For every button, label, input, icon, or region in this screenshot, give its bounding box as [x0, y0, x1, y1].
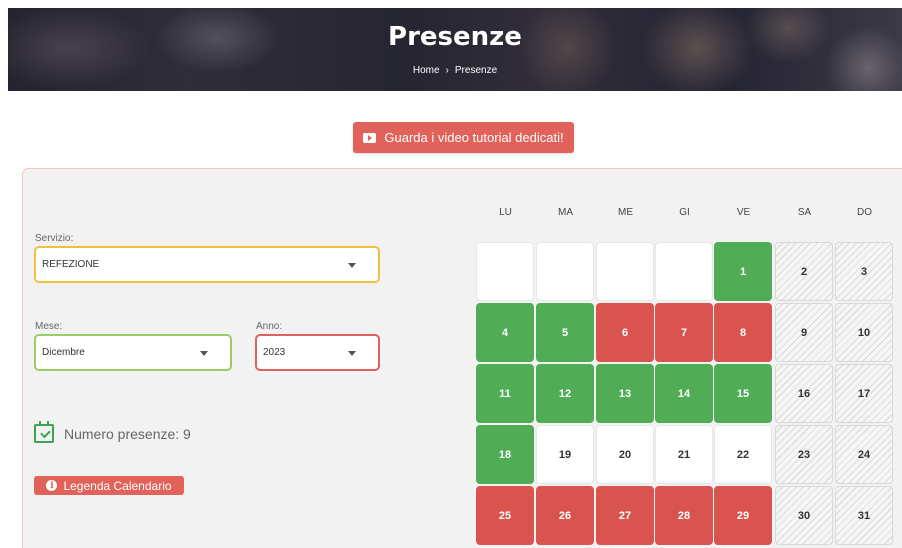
calendar-day-21[interactable]: 21	[655, 425, 713, 484]
weekday-header: SA	[797, 207, 812, 218]
calendar-empty-cell	[655, 242, 713, 301]
calendar-day-6[interactable]: 6	[596, 303, 654, 362]
calendar-day-20[interactable]: 20	[596, 425, 654, 484]
calendar-day-27[interactable]: 27	[596, 486, 654, 545]
calendar-empty-cell	[596, 242, 654, 301]
calendar-day-26[interactable]: 26	[536, 486, 594, 545]
calendar-day-17[interactable]: 17	[835, 364, 893, 423]
video-tutorial-button[interactable]: Guarda i video tutorial dedicati!	[353, 122, 574, 153]
calendar-day-30[interactable]: 30	[775, 486, 833, 545]
breadcrumb-current: Presenze	[454, 65, 498, 76]
mese-select[interactable]: Dicembre	[34, 334, 232, 371]
breadcrumb-separator-icon: ›	[445, 65, 449, 76]
calendar-day-1[interactable]: 1	[714, 242, 772, 301]
weekday-header: LU	[499, 207, 512, 218]
chevron-down-icon	[348, 350, 356, 356]
calendar-day-28[interactable]: 28	[655, 486, 713, 545]
calendar-day-4[interactable]: 4	[476, 303, 534, 362]
weekday-header: GI	[679, 207, 690, 218]
calendar-day-24[interactable]: 24	[835, 425, 893, 484]
calendar-day-22[interactable]: 22	[714, 425, 772, 484]
calendar-day-16[interactable]: 16	[775, 364, 833, 423]
calendar-day-9[interactable]: 9	[775, 303, 833, 362]
calendar-day-23[interactable]: 23	[775, 425, 833, 484]
anno-label: Anno:	[256, 321, 283, 332]
calendar-day-13[interactable]: 13	[596, 364, 654, 423]
breadcrumb-home[interactable]: Home	[413, 65, 440, 76]
anno-select[interactable]: 2023	[255, 334, 380, 371]
calendar-day-29[interactable]: 29	[714, 486, 772, 545]
calendar-day-19[interactable]: 19	[536, 425, 594, 484]
calendar-check-icon	[34, 421, 54, 443]
calendar-day-15[interactable]: 15	[714, 364, 772, 423]
weekday-header: ME	[618, 207, 633, 218]
calendar-day-10[interactable]: 10	[835, 303, 893, 362]
weekday-header: VE	[736, 207, 751, 218]
calendar-day-31[interactable]: 31	[835, 486, 893, 545]
hero-banner: Presenze Home › Presenze	[8, 8, 902, 91]
calendar-day-11[interactable]: 11	[476, 364, 534, 423]
calendar-day-14[interactable]: 14	[655, 364, 713, 423]
info-icon: i	[46, 480, 58, 491]
video-tutorial-label: Guarda i video tutorial dedicati!	[384, 130, 564, 145]
calendar-day-7[interactable]: 7	[655, 303, 713, 362]
calendar-day-18[interactable]: 18	[476, 425, 534, 484]
calendar-day-5[interactable]: 5	[536, 303, 594, 362]
calendar-day-12[interactable]: 12	[536, 364, 594, 423]
chevron-down-icon	[200, 350, 208, 356]
video-play-icon	[363, 132, 377, 143]
mese-label: Mese:	[35, 321, 63, 332]
servizio-label: Servizio:	[35, 233, 74, 244]
presenze-count: Numero presenze: 9	[34, 421, 191, 443]
legenda-calendario-label: Legenda Calendario	[63, 478, 172, 493]
weekday-header: DO	[857, 207, 872, 218]
calendar-day-8[interactable]: 8	[714, 303, 772, 362]
presenze-count-text: Numero presenze: 9	[64, 425, 191, 442]
calendar-empty-cell	[536, 242, 594, 301]
chevron-down-icon	[348, 262, 356, 268]
mese-value: Dicembre	[42, 347, 85, 358]
calendar-empty-cell	[476, 242, 534, 301]
calendar-day-2[interactable]: 2	[775, 242, 833, 301]
weekday-header: MA	[558, 207, 573, 218]
calendar-day-25[interactable]: 25	[476, 486, 534, 545]
page-title: Presenze	[388, 22, 522, 52]
servizio-select[interactable]: REFEZIONE	[34, 246, 380, 283]
anno-value: 2023	[263, 347, 286, 358]
servizio-value: REFEZIONE	[42, 259, 100, 270]
legenda-calendario-button[interactable]: i Legenda Calendario	[34, 476, 184, 495]
calendar-day-3[interactable]: 3	[835, 242, 893, 301]
breadcrumb: Home › Presenze	[8, 65, 902, 76]
